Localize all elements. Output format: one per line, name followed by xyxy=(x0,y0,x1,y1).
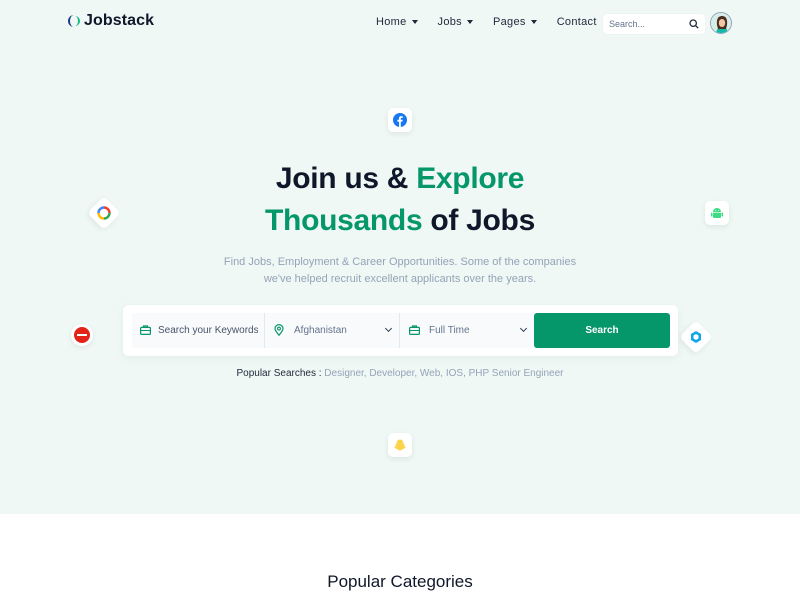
nav-item-pages[interactable]: Pages xyxy=(493,16,537,28)
nav-item-jobs[interactable]: Jobs xyxy=(438,16,473,28)
hero-title-highlight2: Thousands xyxy=(265,204,423,237)
search-button[interactable]: Search xyxy=(534,313,670,348)
nav-search-box xyxy=(603,14,705,34)
search-icon[interactable] xyxy=(689,19,699,29)
hero-subtitle-line2: we've helped recruit excellent applicant… xyxy=(263,273,537,285)
keyword-field xyxy=(132,313,265,348)
chevron-down-icon xyxy=(384,324,393,333)
chevron-down-icon xyxy=(519,324,528,333)
popular-searches-label: Popular Searches : xyxy=(236,368,322,379)
hero-title: Join us & Explore Thousands of Jobs xyxy=(0,158,800,242)
nav-item-label: Jobs xyxy=(437,16,462,28)
location-value: Afghanistan xyxy=(294,325,347,336)
main-nav: Home Jobs Pages Contact xyxy=(376,16,597,28)
nav-search-input[interactable] xyxy=(609,19,681,29)
nav-item-home[interactable]: Home xyxy=(376,16,418,28)
logo[interactable]: Jobstack xyxy=(68,12,154,30)
popular-searches: Popular Searches : Designer, Developer, … xyxy=(0,368,800,379)
hero-title-part2: of Jobs xyxy=(422,204,535,237)
hero-subtitle-line1: Find Jobs, Employment & Career Opportuni… xyxy=(223,256,577,268)
lenovo-icon xyxy=(71,324,93,346)
facebook-icon xyxy=(388,108,412,132)
user-avatar[interactable] xyxy=(710,12,732,34)
brand-name: Jobstack xyxy=(84,12,155,29)
caret-down-icon xyxy=(411,20,418,24)
job-type-value: Full Time xyxy=(429,325,470,336)
hero-title-part1: Join us & xyxy=(275,162,417,195)
caret-down-icon xyxy=(530,20,537,24)
hero-subtitle: Find Jobs, Employment & Career Opportuni… xyxy=(0,254,800,288)
popular-categories-title: Popular Categories xyxy=(327,572,473,591)
snapchat-icon xyxy=(388,433,412,457)
nav-item-label: Contact xyxy=(556,16,597,28)
popular-searches-terms: Designer, Developer, Web, IOS, PHP Senio… xyxy=(321,368,564,379)
briefcase-icon xyxy=(140,325,152,338)
hero-section: Jobstack Home Jobs Pages Contact Search.… xyxy=(0,0,800,514)
job-search-panel: Afghanistan Full Time Search xyxy=(123,305,678,356)
keyword-input[interactable] xyxy=(158,325,258,336)
caret-down-icon xyxy=(466,20,473,24)
dropbox-icon xyxy=(679,320,713,354)
nav-item-contact[interactable]: Contact xyxy=(557,16,597,28)
nav-item-label: Home xyxy=(376,16,407,28)
nav-item-label: Pages xyxy=(492,16,526,28)
logo-mark-icon xyxy=(68,14,80,28)
job-type-select[interactable]: Full Time xyxy=(400,313,534,348)
location-select[interactable]: Afghanistan xyxy=(265,313,400,348)
hero-title-highlight1: Explore xyxy=(416,162,525,195)
briefcase-icon xyxy=(409,325,421,338)
map-pin-icon xyxy=(274,324,284,339)
